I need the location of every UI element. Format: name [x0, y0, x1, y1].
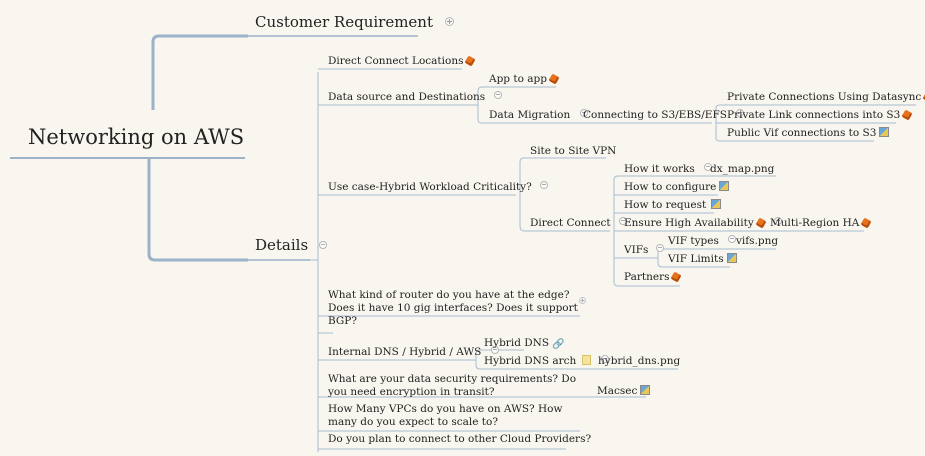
node-label: Data Migration: [489, 109, 571, 121]
node-label: VIFs: [624, 244, 649, 256]
node-label: Data source and Destinations: [328, 91, 486, 103]
node-label: Private Connections Using Datasync: [727, 91, 922, 103]
node-label: Internal DNS / Hybrid / AWS: [328, 346, 482, 358]
image-attachment-icon: [640, 385, 651, 395]
image-attachment-icon: [711, 199, 722, 209]
node-label: Direct Connect: [530, 217, 611, 229]
note-icon: [582, 355, 592, 365]
aws-resource-icon: [548, 73, 560, 85]
collapse-icon[interactable]: [540, 181, 549, 189]
image-attachment-icon: [719, 181, 730, 191]
aws-resource-icon: [755, 217, 767, 229]
node-private-link[interactable]: Private Link connections into S3: [727, 109, 913, 122]
node-direct-connect[interactable]: Direct Connect: [530, 217, 627, 230]
node-label: What are your data security requirements…: [328, 373, 577, 398]
node-security-question[interactable]: What are your data security requirements…: [328, 373, 580, 399]
node-vif-limits[interactable]: VIF Limits: [668, 253, 737, 266]
node-label: Ensure High Availability: [624, 217, 754, 229]
link-icon: 🔗: [552, 339, 565, 350]
node-vif-types[interactable]: VIF types: [668, 235, 737, 248]
node-macsec[interactable]: Macsec: [597, 385, 651, 398]
node-label: Direct Connect Locations: [328, 55, 464, 67]
node-label: How to configure: [624, 181, 717, 193]
node-label: VIF types: [668, 235, 719, 247]
node-hybrid-dns-png[interactable]: hybrid_dns.png: [598, 355, 680, 368]
collapse-icon[interactable]: [493, 91, 502, 99]
node-data-source[interactable]: Data source and Destinations: [328, 91, 502, 104]
node-direct-connect-locations[interactable]: Direct Connect Locations: [328, 55, 476, 68]
node-internal-dns[interactable]: Internal DNS / Hybrid / AWS: [328, 346, 499, 359]
image-attachment-icon: [879, 127, 890, 137]
node-vifs-png[interactable]: vifs.png: [736, 235, 778, 248]
topic-details[interactable]: Details: [255, 236, 327, 254]
node-partners[interactable]: Partners: [624, 271, 682, 284]
topic-label: Details: [255, 236, 309, 254]
node-dx-map[interactable]: dx_map.png: [710, 163, 774, 176]
expand-icon[interactable]: [444, 17, 454, 26]
node-label: How to request: [624, 199, 707, 211]
aws-resource-icon: [465, 55, 476, 67]
node-label: Connecting to S3/EBS/EFS: [583, 109, 727, 121]
node-router-question[interactable]: What kind of router do you have at the e…: [328, 289, 578, 328]
node-label: Hybrid DNS: [484, 337, 550, 349]
collapse-icon[interactable]: [728, 235, 737, 243]
aws-resource-icon: [671, 271, 682, 283]
node-label: App to app: [489, 73, 547, 85]
node-data-migration[interactable]: Data Migration: [489, 109, 588, 122]
node-label: Multi-Region HA: [770, 217, 860, 229]
node-ensure-ha[interactable]: Ensure High Availability: [624, 217, 783, 230]
node-site-to-site[interactable]: Site to Site VPN: [530, 145, 616, 158]
node-hybrid-dns-arch[interactable]: Hybrid DNS arch: [484, 355, 609, 368]
expand-icon[interactable]: [579, 297, 586, 304]
root-topic[interactable]: Networking on AWS: [28, 124, 244, 150]
node-connecting-s3[interactable]: Connecting to S3/EBS/EFS: [583, 109, 745, 122]
aws-resource-icon: [860, 217, 872, 229]
node-label: Use case-Hybrid Workload Criticality?: [328, 181, 532, 193]
node-label: What kind of router do you have at the e…: [328, 289, 578, 327]
node-label: VIF Limits: [668, 253, 724, 265]
node-how-to-request[interactable]: How to request: [624, 199, 722, 212]
node-hybrid-workload[interactable]: Use case-Hybrid Workload Criticality?: [328, 181, 549, 194]
aws-resource-icon: [901, 109, 913, 121]
node-cloud-providers[interactable]: Do you plan to connect to other Cloud Pr…: [328, 433, 591, 446]
node-hybrid-dns[interactable]: Hybrid DNS 🔗: [484, 337, 565, 351]
collapse-icon[interactable]: [318, 241, 327, 249]
topic-label: Customer Requirement: [255, 13, 434, 31]
node-vifs[interactable]: VIFs: [624, 244, 664, 257]
node-vpcs-question[interactable]: How Many VPCs do you have on AWS? How ma…: [328, 403, 580, 429]
node-app-to-app[interactable]: App to app: [489, 73, 560, 86]
node-how-it-works[interactable]: How it works: [624, 163, 713, 176]
topic-customer-requirement[interactable]: Customer Requirement: [255, 13, 454, 31]
node-label: Hybrid DNS arch: [484, 355, 577, 367]
node-private-datasync[interactable]: Private Connections Using Datasync: [727, 91, 925, 104]
node-multi-region[interactable]: Multi-Region HA: [770, 217, 872, 230]
node-label: Private Link connections into S3: [727, 109, 901, 121]
node-public-vif[interactable]: Public Vif connections to S3: [727, 127, 890, 140]
node-label: Public Vif connections to S3: [727, 127, 877, 139]
node-label: Partners: [624, 271, 670, 283]
node-how-to-configure[interactable]: How to configure: [624, 181, 730, 194]
node-label: How it works: [624, 163, 695, 175]
node-label: Macsec: [597, 385, 638, 397]
node-label: How Many VPCs do you have on AWS? How ma…: [328, 403, 563, 428]
collapse-icon[interactable]: [655, 244, 664, 252]
image-attachment-icon: [726, 253, 737, 263]
